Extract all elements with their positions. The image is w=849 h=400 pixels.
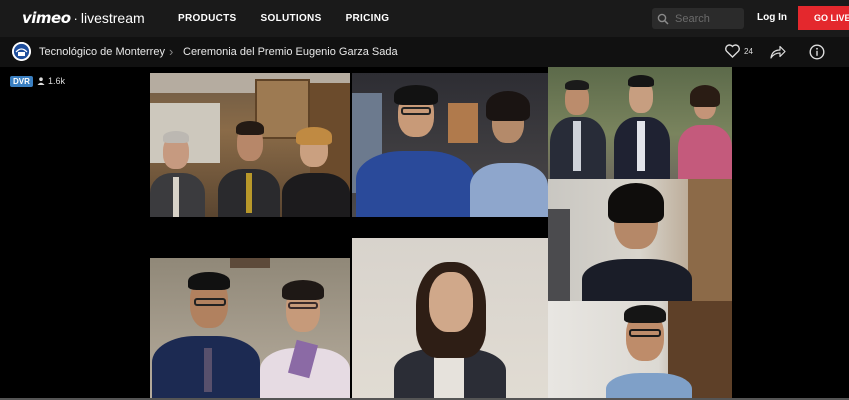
video-tile-3 (548, 67, 732, 179)
video-player[interactable]: DVR 1.6k (0, 67, 849, 400)
video-tile-5 (150, 258, 350, 400)
info-icon[interactable] (809, 44, 825, 60)
video-tile-1 (150, 73, 350, 217)
dvr-badge[interactable]: DVR (10, 76, 33, 87)
nav-solutions[interactable]: SOLUTIONS (261, 13, 322, 24)
video-tile-7 (548, 301, 732, 400)
org-logo-icon[interactable] (12, 42, 31, 61)
nav-links: PRODUCTS SOLUTIONS PRICING (178, 13, 389, 24)
search-icon (657, 13, 669, 25)
breadcrumb-org[interactable]: Tecnológico de Monterrey (39, 46, 165, 58)
like-count: 24 (744, 46, 753, 56)
viewer-count-value: 1.6k (48, 76, 66, 86)
nav-products[interactable]: PRODUCTS (178, 13, 237, 24)
brand-vimeo: vimeo (22, 9, 71, 27)
brand-livestream: livestream (80, 10, 145, 26)
person-icon (37, 77, 45, 85)
search-box[interactable] (652, 8, 744, 29)
video-tile-2 (352, 73, 548, 217)
heart-icon (725, 44, 740, 58)
login-link[interactable]: Log In (757, 12, 787, 23)
go-live-button[interactable]: GO LIVE (798, 6, 849, 30)
breadcrumb-separator: › (169, 44, 174, 59)
video-tile-6 (352, 238, 548, 400)
video-tile-4 (548, 179, 732, 301)
event-title: Ceremonia del Premio Eugenio Garza Sada (183, 46, 398, 58)
event-bar: Tecnológico de Monterrey › Ceremonia del… (0, 37, 849, 67)
vimeo-livestream-logo[interactable]: vimeo · livestream (22, 9, 145, 27)
top-nav: vimeo · livestream PRODUCTS SOLUTIONS PR… (0, 0, 849, 37)
viewer-count: 1.6k (37, 76, 65, 86)
share-icon[interactable] (770, 45, 786, 59)
brand-separator: · (73, 11, 78, 26)
nav-pricing[interactable]: PRICING (346, 13, 390, 24)
search-input[interactable] (675, 12, 735, 25)
like-button[interactable]: 24 (725, 44, 753, 58)
